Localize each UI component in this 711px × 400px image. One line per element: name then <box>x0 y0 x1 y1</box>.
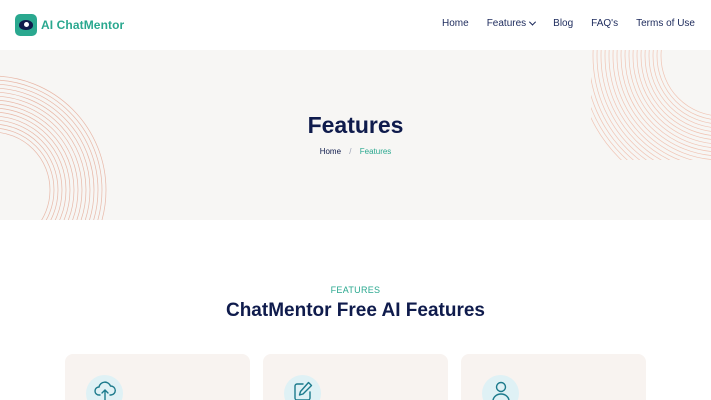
nav-item-features[interactable]: Features <box>486 18 537 29</box>
decorative-rings-right <box>591 50 711 160</box>
breadcrumb-separator: / <box>349 147 352 156</box>
section-title: ChatMentor Free AI Features <box>225 300 485 321</box>
nav-item-blog[interactable]: Blog <box>553 18 573 29</box>
logo-text: AI ChatMentor <box>41 18 125 32</box>
logo[interactable]: AI ChatMentor <box>15 14 124 36</box>
edit-icon <box>284 375 321 400</box>
cloud-upload-icon <box>86 375 123 400</box>
section-eyebrow: FEATURES <box>330 285 381 295</box>
logo-eye-icon <box>15 14 37 36</box>
page-title: Features <box>307 112 404 138</box>
breadcrumb-home-link[interactable]: Home <box>320 147 341 156</box>
chevron-down-icon <box>529 18 537 26</box>
nav-item-home[interactable]: Home <box>442 18 469 29</box>
site-header: AI ChatMentor Home Features Blog FAQ's T… <box>0 0 711 50</box>
breadcrumb: Home / Features <box>0 147 711 156</box>
feature-card-user[interactable] <box>461 354 646 400</box>
nav-item-features-label: Features <box>486 18 527 29</box>
breadcrumb-current: Features <box>359 147 392 156</box>
nav-item-faqs[interactable]: FAQ's <box>591 18 618 29</box>
main-nav: Home Features Blog FAQ's Terms of Use <box>442 18 695 29</box>
page-hero: Features Home / Features <box>0 50 711 220</box>
nav-item-terms[interactable]: Terms of Use <box>636 18 695 29</box>
feature-card-upload[interactable] <box>65 354 250 400</box>
user-icon <box>482 375 519 400</box>
feature-card-edit[interactable] <box>263 354 448 400</box>
